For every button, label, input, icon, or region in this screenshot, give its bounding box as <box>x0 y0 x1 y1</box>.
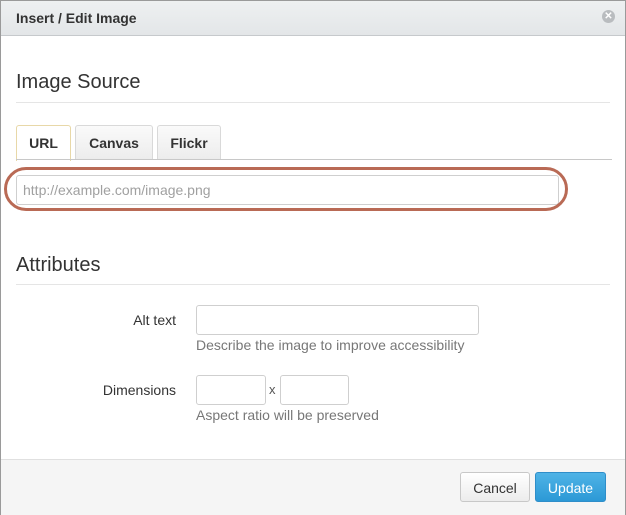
image-url-input[interactable] <box>16 175 559 205</box>
image-source-heading: Image Source <box>16 71 141 93</box>
tabs-divider <box>16 159 612 160</box>
alt-text-help: Describe the image to improve accessibil… <box>196 337 465 353</box>
height-input[interactable] <box>280 375 349 405</box>
width-input[interactable] <box>196 375 266 405</box>
dimensions-separator: x <box>269 382 276 397</box>
dialog-title: Insert / Edit Image <box>16 10 137 26</box>
insert-edit-image-dialog: Insert / Edit Image ✕ Image Source URL C… <box>0 0 626 515</box>
update-button[interactable]: Update <box>535 472 606 502</box>
dialog-footer: Cancel Update <box>1 459 625 515</box>
close-icon[interactable]: ✕ <box>602 10 615 23</box>
image-source-divider <box>16 102 610 103</box>
alt-text-input[interactable] <box>196 305 479 335</box>
dimensions-help: Aspect ratio will be preserved <box>196 407 379 423</box>
dimensions-label: Dimensions <box>102 382 176 398</box>
alt-text-label: Alt text <box>133 312 176 328</box>
tab-flickr[interactable]: Flickr <box>157 125 221 160</box>
attributes-heading: Attributes <box>16 254 101 276</box>
tab-canvas[interactable]: Canvas <box>75 125 153 160</box>
cancel-button[interactable]: Cancel <box>460 472 530 502</box>
dialog-header: Insert / Edit Image ✕ <box>1 1 625 36</box>
attributes-divider <box>16 284 610 285</box>
tab-url[interactable]: URL <box>16 125 71 161</box>
